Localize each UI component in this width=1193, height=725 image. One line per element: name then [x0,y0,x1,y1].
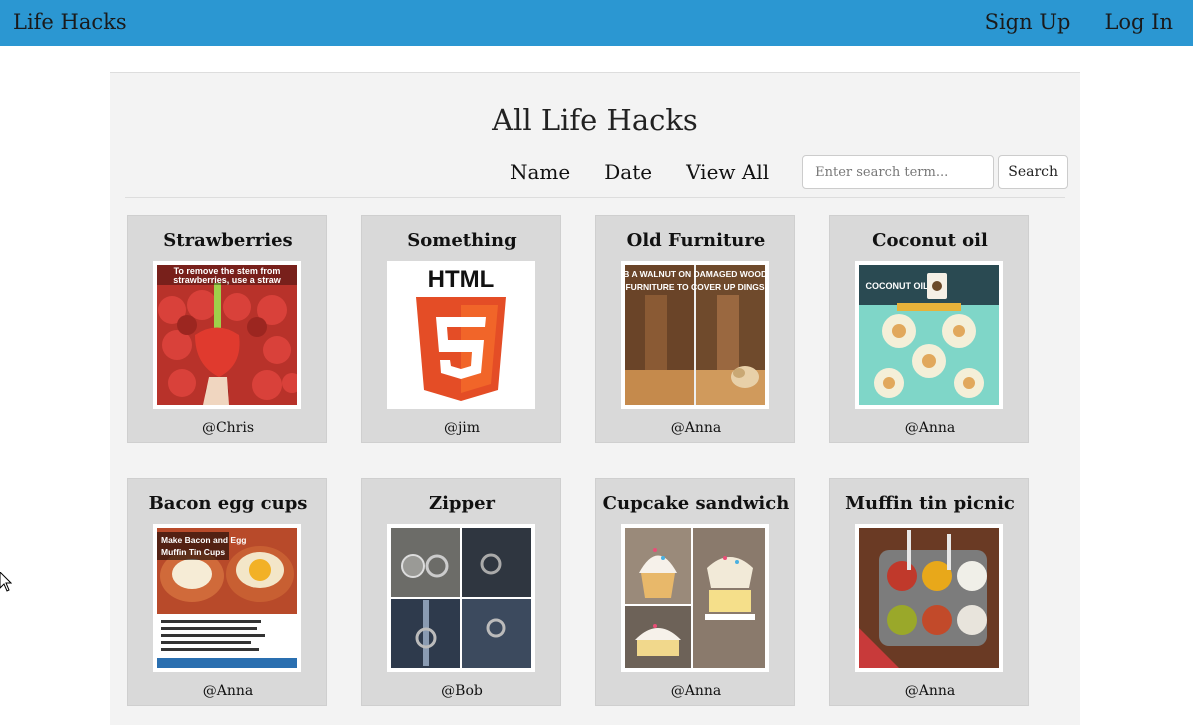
sort-by-name-link[interactable]: Name [510,160,570,184]
hack-author: @Anna [904,420,956,436]
hack-image [387,524,535,672]
hack-title: Coconut oil [872,230,988,251]
hack-card-cupcake-sandwich[interactable]: Cupcake sandwich @Anna [595,478,795,706]
hack-card-zipper[interactable]: Zipper @Bob [361,478,561,706]
brand-link[interactable]: Life Hacks [13,10,127,34]
hack-title: Zipper [428,493,496,514]
sign-up-link[interactable]: Sign Up [985,10,1071,34]
hack-title: Muffin tin picnic [845,493,1015,514]
strawberries-image: To remove the stem from strawberries, us… [157,265,297,405]
hack-image: COCONUT OIL [855,261,1003,409]
main-container: All Life Hacks Name Date View All Search… [110,72,1080,725]
sort-by-date-link[interactable]: Date [604,160,652,184]
svg-text:Muffin Tin Cups: Muffin Tin Cups [161,547,225,557]
svg-text:HTML: HTML [428,266,495,293]
hack-card-old-furniture[interactable]: Old Furniture RUB A WALNUT ON DAMAGED WO… [595,215,795,443]
hack-title: Something [407,230,517,251]
hack-card-bacon-egg-cups[interactable]: Bacon egg cups Make Bacon and Egg Muffin… [127,478,327,706]
nav-links: Sign Up Log In [985,10,1173,34]
hack-author: @Chris [201,420,255,436]
hack-card-strawberries[interactable]: Strawberries To remove the stem from str… [127,215,327,443]
hack-card-something[interactable]: Something HTML @jim [361,215,561,443]
hack-title: Old Furniture [626,230,766,251]
hack-title: Strawberries [163,230,293,251]
hack-author: @Anna [202,683,254,699]
svg-text:Make Bacon and Egg: Make Bacon and Egg [161,535,247,545]
svg-text:strawberries, use a straw: strawberries, use a straw [173,275,282,285]
old-furniture-image: RUB A WALNUT ON DAMAGED WOODEN FURNITURE… [625,265,765,405]
divider [125,197,1065,198]
hack-image: Make Bacon and Egg Muffin Tin Cups [153,524,301,672]
hack-title: Cupcake sandwich [602,493,790,514]
search-input[interactable] [802,155,995,189]
coconut-oil-image: COCONUT OIL [859,265,999,405]
page-title: All Life Hacks [492,103,698,137]
hack-image [621,524,769,672]
hack-card-muffin-tin-picnic[interactable]: Muffin tin picnic @Anna [829,478,1029,706]
hack-image: To remove the stem from strawberries, us… [153,261,301,409]
hack-title: Bacon egg cups [148,493,308,514]
view-all-link[interactable]: View All [686,160,769,184]
cupcake-sandwich-image [625,528,765,668]
svg-text:RUB A WALNUT ON DAMAGED WOODEN: RUB A WALNUT ON DAMAGED WOODEN [625,269,765,279]
search-button[interactable]: Search [998,155,1069,189]
hack-card-coconut-oil[interactable]: Coconut oil COCONUT OIL @Anna [829,215,1029,443]
bacon-egg-cups-image: Make Bacon and Egg Muffin Tin Cups [157,528,297,668]
hack-image: RUB A WALNUT ON DAMAGED WOODEN FURNITURE… [621,261,769,409]
hack-image [855,524,1003,672]
zipper-image [391,528,531,668]
html5-logo-image: HTML [391,265,531,405]
log-in-link[interactable]: Log In [1104,10,1173,34]
hack-author: @Anna [670,420,722,436]
muffin-tin-picnic-image [859,528,999,668]
svg-text:FURNITURE TO COVER UP DINGS: FURNITURE TO COVER UP DINGS [625,282,764,292]
hack-author: @Anna [904,683,956,699]
navbar: Life Hacks Sign Up Log In [0,0,1193,46]
hack-author: @Bob [441,683,483,699]
hack-author: @jim [443,420,481,436]
svg-text:COCONUT OIL: COCONUT OIL [866,281,929,291]
mouse-cursor-icon [0,572,12,592]
sort-and-search-bar: Name Date View All Search [510,155,1069,189]
hack-image: HTML [387,261,535,409]
hack-author: @Anna [670,683,722,699]
